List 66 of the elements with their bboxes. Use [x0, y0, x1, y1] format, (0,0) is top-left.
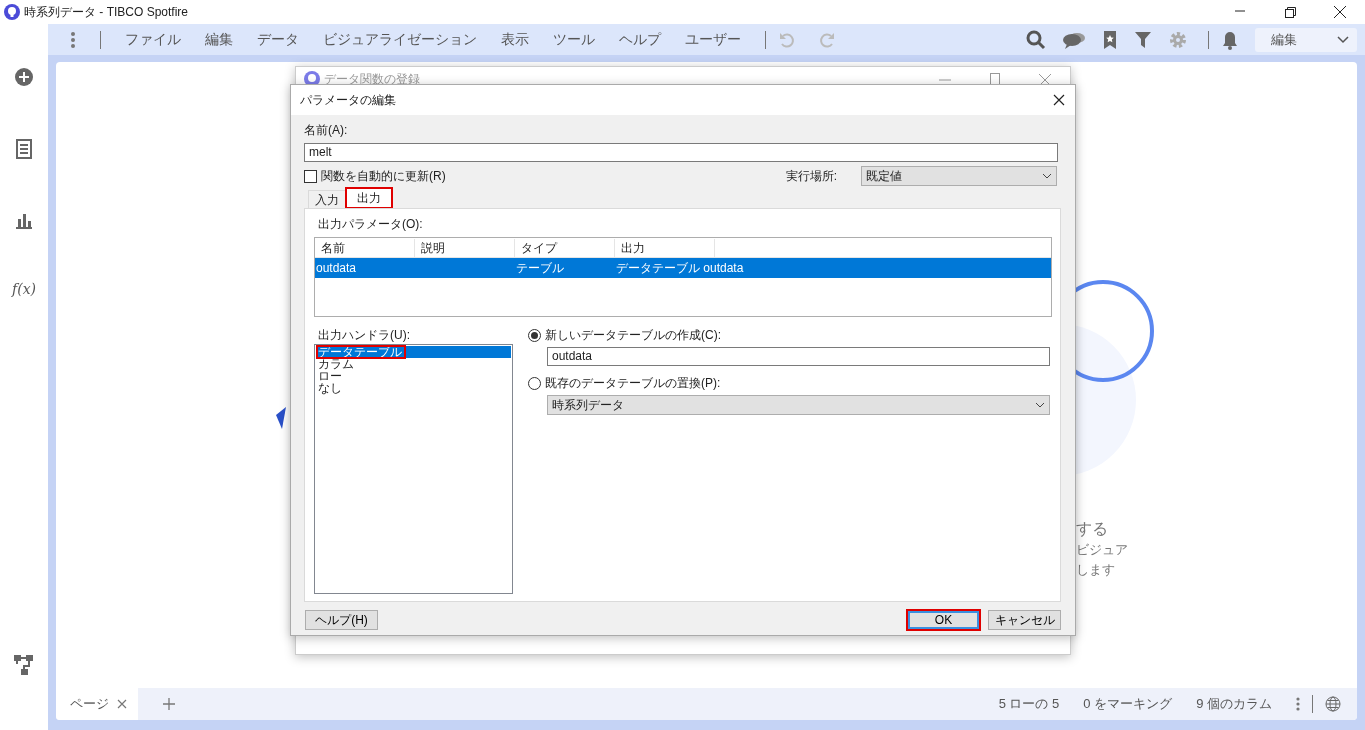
- radio-button[interactable]: [528, 376, 541, 390]
- text-field[interactable]: outdata: [547, 347, 1050, 366]
- menu-item[interactable]: 表示: [489, 29, 541, 50]
- menu-item[interactable]: ユーザー: [673, 29, 753, 50]
- column-header[interactable]: 出力: [615, 238, 715, 257]
- parameter-list[interactable]: 名前 説明 タイプ 出力 outdata テーブル データテーブル outdata: [314, 237, 1052, 317]
- bookmark-icon[interactable]: [1102, 29, 1118, 50]
- radio-button[interactable]: [528, 328, 541, 342]
- checkbox-label: 関数を自動的に更新(R): [321, 168, 446, 185]
- field-label: 出力パラメータ(O):: [318, 216, 424, 233]
- dialog-button[interactable]: キャンセル: [988, 610, 1061, 630]
- more-icon[interactable]: [70, 30, 76, 49]
- search-icon[interactable]: [1026, 29, 1046, 50]
- globe-icon[interactable]: [1325, 696, 1341, 712]
- field-label: 実行場所:: [785, 168, 837, 185]
- table-dropdown[interactable]: 時系列データ: [547, 395, 1050, 415]
- dialog-title: パラメータの編集: [300, 92, 396, 109]
- menu-item[interactable]: データ: [245, 29, 311, 50]
- status-text: 5 ローの 5: [998, 695, 1060, 714]
- tab[interactable]: 入力: [308, 190, 346, 208]
- function-label[interactable]: f(x): [12, 279, 36, 300]
- bar-chart-icon[interactable]: [15, 211, 33, 229]
- tab[interactable]: 出力: [346, 188, 392, 208]
- run-location-dropdown[interactable]: 既定値: [861, 166, 1057, 186]
- table-row[interactable]: outdata テーブル データテーブル outdata: [315, 258, 1051, 278]
- chevron-down-icon: [1042, 173, 1052, 179]
- window-title: 時系列データ - TIBCO Spotfire: [24, 4, 189, 21]
- dialog-button[interactable]: OK: [907, 610, 980, 630]
- radio-label: 既存のデータテーブルの置換(P):: [545, 375, 721, 392]
- page-tab[interactable]: ページ: [56, 688, 138, 720]
- welcome-text: ビジュア: [1076, 541, 1128, 559]
- status-text: 0 をマーキング: [1083, 695, 1173, 714]
- list-item[interactable]: カラム: [317, 358, 357, 370]
- list-icon[interactable]: [16, 139, 32, 159]
- chevron-down-icon: [1337, 35, 1349, 44]
- radio-label: 新しいデータテーブルの作成(C):: [545, 327, 721, 344]
- menu-item[interactable]: ツール: [541, 29, 607, 50]
- status-text: 9 個のカラム: [1196, 695, 1272, 714]
- chevron-down-icon: [1035, 402, 1045, 408]
- add-icon[interactable]: [14, 67, 34, 87]
- add-page-icon[interactable]: [162, 697, 176, 711]
- dialog-title: データ関数の登録: [324, 71, 420, 88]
- column-header[interactable]: 説明: [415, 238, 515, 257]
- list-item[interactable]: なし: [317, 382, 345, 394]
- field-label: 出力ハンドラ(U):: [318, 327, 411, 344]
- column-header[interactable]: 名前: [315, 238, 415, 257]
- menu-item[interactable]: 編集: [193, 29, 245, 50]
- welcome-text: する: [1076, 519, 1108, 539]
- column-header[interactable]: タイプ: [515, 238, 615, 257]
- filter-icon[interactable]: [1134, 29, 1152, 50]
- name-field[interactable]: melt: [304, 143, 1058, 162]
- close-icon[interactable]: [1331, 3, 1349, 21]
- checkbox[interactable]: [304, 169, 317, 183]
- dialog-button[interactable]: ヘルプ(H): [305, 610, 378, 630]
- menu-item[interactable]: ファイル: [113, 29, 193, 50]
- welcome-text: します: [1076, 561, 1115, 579]
- app-logo-icon: [4, 4, 20, 20]
- close-icon[interactable]: [1053, 94, 1065, 106]
- hierarchy-icon[interactable]: [13, 654, 35, 676]
- mode-dropdown[interactable]: 編集: [1255, 27, 1357, 52]
- menu-item[interactable]: ヘルプ: [607, 29, 673, 50]
- field-label: 名前(A):: [304, 122, 349, 139]
- bell-icon[interactable]: [1221, 29, 1239, 50]
- menu-item[interactable]: ビジュアライゼーション: [311, 29, 489, 50]
- more-icon[interactable]: [1296, 697, 1300, 711]
- list-item[interactable]: ロー: [317, 370, 345, 382]
